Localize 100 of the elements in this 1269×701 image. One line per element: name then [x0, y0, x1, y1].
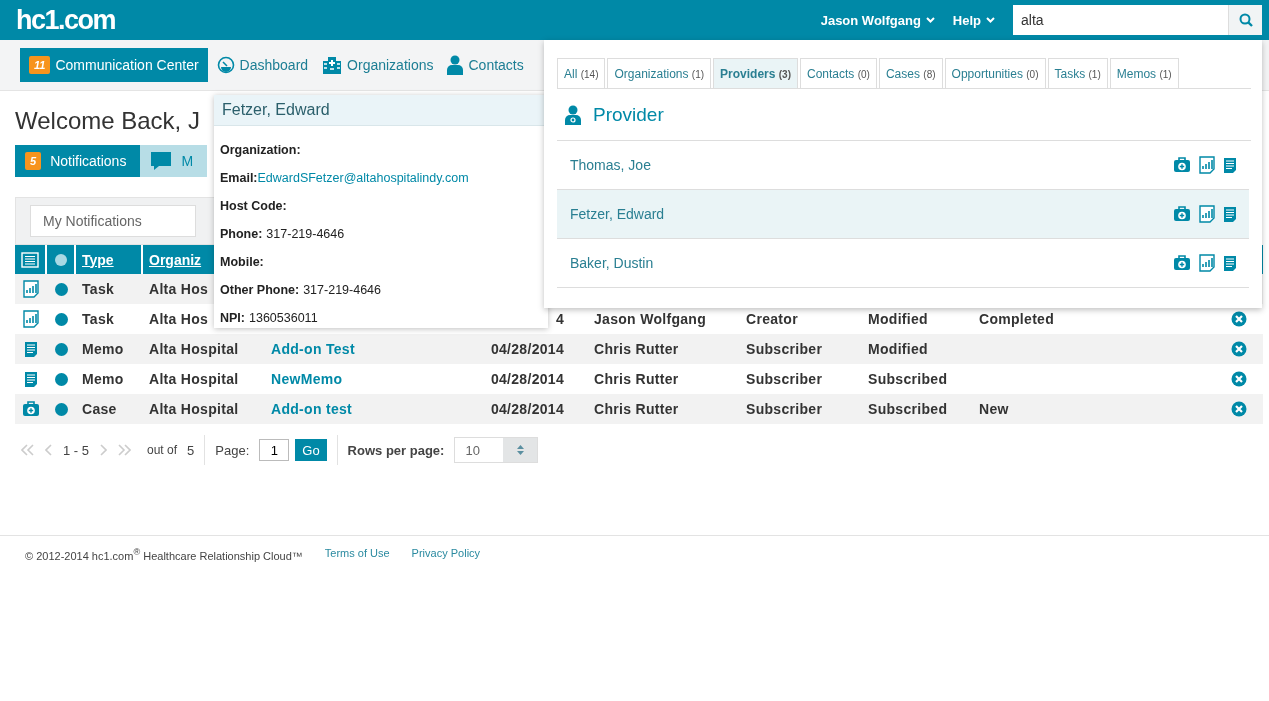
chart-document-icon[interactable]: [1199, 254, 1215, 272]
results-tab[interactable]: Opportunities (0): [944, 58, 1046, 88]
field-label: Organization:: [220, 143, 301, 157]
tab[interactable]: M: [140, 145, 208, 177]
medical-case-icon[interactable]: [1173, 157, 1191, 173]
chart-document-icon: [23, 310, 39, 328]
field-label: Host Code:: [220, 199, 287, 213]
results-tab[interactable]: Organizations (1): [607, 58, 712, 88]
page-field[interactable]: 1: [259, 439, 290, 461]
table-cell: Completed: [979, 311, 1055, 327]
logo[interactable]: hc1.com: [16, 4, 116, 36]
table-cell: Alta Hos: [149, 311, 209, 327]
gauge-icon: [216, 56, 235, 74]
chart-document-icon[interactable]: [1199, 205, 1215, 223]
popover-title: Fetzer, Edward: [222, 101, 330, 119]
table-cell: Case: [82, 401, 117, 417]
welcome-heading: Welcome Back, J: [15, 107, 200, 135]
memo-icon[interactable]: [1223, 156, 1237, 174]
caret-icon: [986, 17, 995, 23]
chart-document-icon: [23, 280, 39, 298]
memo-icon[interactable]: [1223, 254, 1237, 272]
table-cell: New: [979, 401, 1009, 417]
table-cell: 4: [555, 311, 564, 327]
table-cell: Alta Hospital: [149, 401, 239, 417]
list-icon: [21, 251, 39, 268]
provider-name[interactable]: Thomas, Joe: [570, 157, 1173, 173]
dot-icon: [54, 253, 67, 266]
table-cell: 04/28/2014: [490, 341, 564, 357]
table-cell: Task: [82, 281, 115, 297]
search-button[interactable]: [1228, 5, 1262, 35]
table-cell: Modified: [868, 341, 928, 357]
memo-icon[interactable]: [1223, 205, 1237, 223]
table-cell: Chris Rutter: [594, 371, 679, 387]
remove-icon[interactable]: [1231, 371, 1247, 387]
user-menu[interactable]: Jason Wolfgang: [820, 12, 935, 28]
field-label: Mobile:: [220, 255, 264, 269]
nav-item[interactable]: 11 Communication Center: [20, 48, 208, 82]
medical-case-icon[interactable]: [1173, 255, 1191, 271]
remove-icon[interactable]: [1231, 401, 1247, 417]
footer-link[interactable]: Terms of Use: [324, 547, 390, 562]
results-tab[interactable]: All (14): [557, 58, 606, 88]
table-cell: Subscribed: [868, 401, 948, 417]
remove-icon[interactable]: [1231, 311, 1247, 327]
subject-link[interactable]: Add-on test: [271, 401, 353, 417]
table-cell: Jason Wolfgang: [594, 311, 707, 327]
table-cell: Task: [82, 311, 115, 327]
provider-result[interactable]: Fetzer, Edward: [557, 190, 1249, 239]
table-cell: Chris Rutter: [594, 341, 679, 357]
count-badge: 11: [29, 56, 51, 74]
provider-name[interactable]: Baker, Dustin: [570, 255, 1173, 271]
search-field[interactable]: alta: [1013, 5, 1228, 35]
results-heading: Provider: [593, 103, 664, 126]
subject-link[interactable]: NewMemo: [271, 371, 343, 387]
tab[interactable]: 5 Notifications: [15, 145, 141, 177]
column-header[interactable]: Type: [82, 251, 114, 268]
table-cell: Alta Hospital: [149, 371, 239, 387]
table-cell: Subscribed: [868, 371, 948, 387]
provider-name[interactable]: Fetzer, Edward: [570, 206, 1173, 222]
remove-icon[interactable]: [1231, 341, 1247, 357]
results-tab[interactable]: Cases (8): [878, 58, 943, 88]
results-tab[interactable]: Memos (1): [1109, 58, 1179, 88]
table-cell: Subscriber: [746, 341, 823, 357]
table-cell: Subscriber: [746, 401, 823, 417]
medical-case-icon: [22, 401, 40, 417]
field-value: 317-219-4646: [303, 283, 382, 297]
rows-per-page-select[interactable]: 10: [454, 437, 539, 463]
nav-item[interactable]: Contacts: [442, 48, 529, 82]
memo-icon: [24, 370, 38, 388]
notifications-filter-field[interactable]: My Notifications: [30, 205, 196, 237]
rows-per-page-label: Rows per page:: [347, 442, 445, 458]
building-icon: [322, 56, 343, 74]
results-tab[interactable]: Tasks (1): [1047, 58, 1108, 88]
field-value: 1360536011: [249, 311, 318, 325]
field-label: NPI:: [220, 311, 245, 325]
table-cell: 04/28/2014: [490, 371, 564, 387]
subject-link[interactable]: Add-on Test: [271, 341, 355, 357]
field-label: Email:: [220, 171, 258, 185]
nav-item[interactable]: Dashboard: [211, 48, 314, 82]
email-link[interactable]: EdwardSFetzer@altahospitalindy.com: [257, 171, 469, 185]
memo-icon: [24, 340, 38, 358]
doctor-icon: [565, 104, 581, 125]
count-badge: 5: [25, 152, 42, 170]
medical-case-icon[interactable]: [1173, 206, 1191, 222]
provider-result[interactable]: Baker, Dustin: [557, 239, 1249, 288]
field-value: 317-219-4646: [266, 227, 345, 241]
go-button[interactable]: Go: [295, 439, 327, 461]
out-of-label: out of: [147, 443, 178, 457]
footer-link[interactable]: Privacy Policy: [411, 547, 481, 562]
table-cell: Subscriber: [746, 371, 823, 387]
speech-bubble-icon: [150, 151, 173, 171]
results-tab[interactable]: Contacts (0): [800, 58, 877, 88]
nav-item[interactable]: Organizations: [317, 48, 439, 82]
chart-document-icon[interactable]: [1199, 156, 1215, 174]
caret-icon: [925, 17, 935, 23]
table-cell: Alta Hos: [149, 281, 209, 297]
results-tab[interactable]: Providers (3): [713, 58, 798, 88]
column-header[interactable]: Organiz: [149, 251, 202, 268]
table-cell: Chris Rutter: [594, 401, 679, 417]
help-menu[interactable]: Help: [952, 12, 995, 28]
field-label: Other Phone:: [220, 283, 300, 297]
